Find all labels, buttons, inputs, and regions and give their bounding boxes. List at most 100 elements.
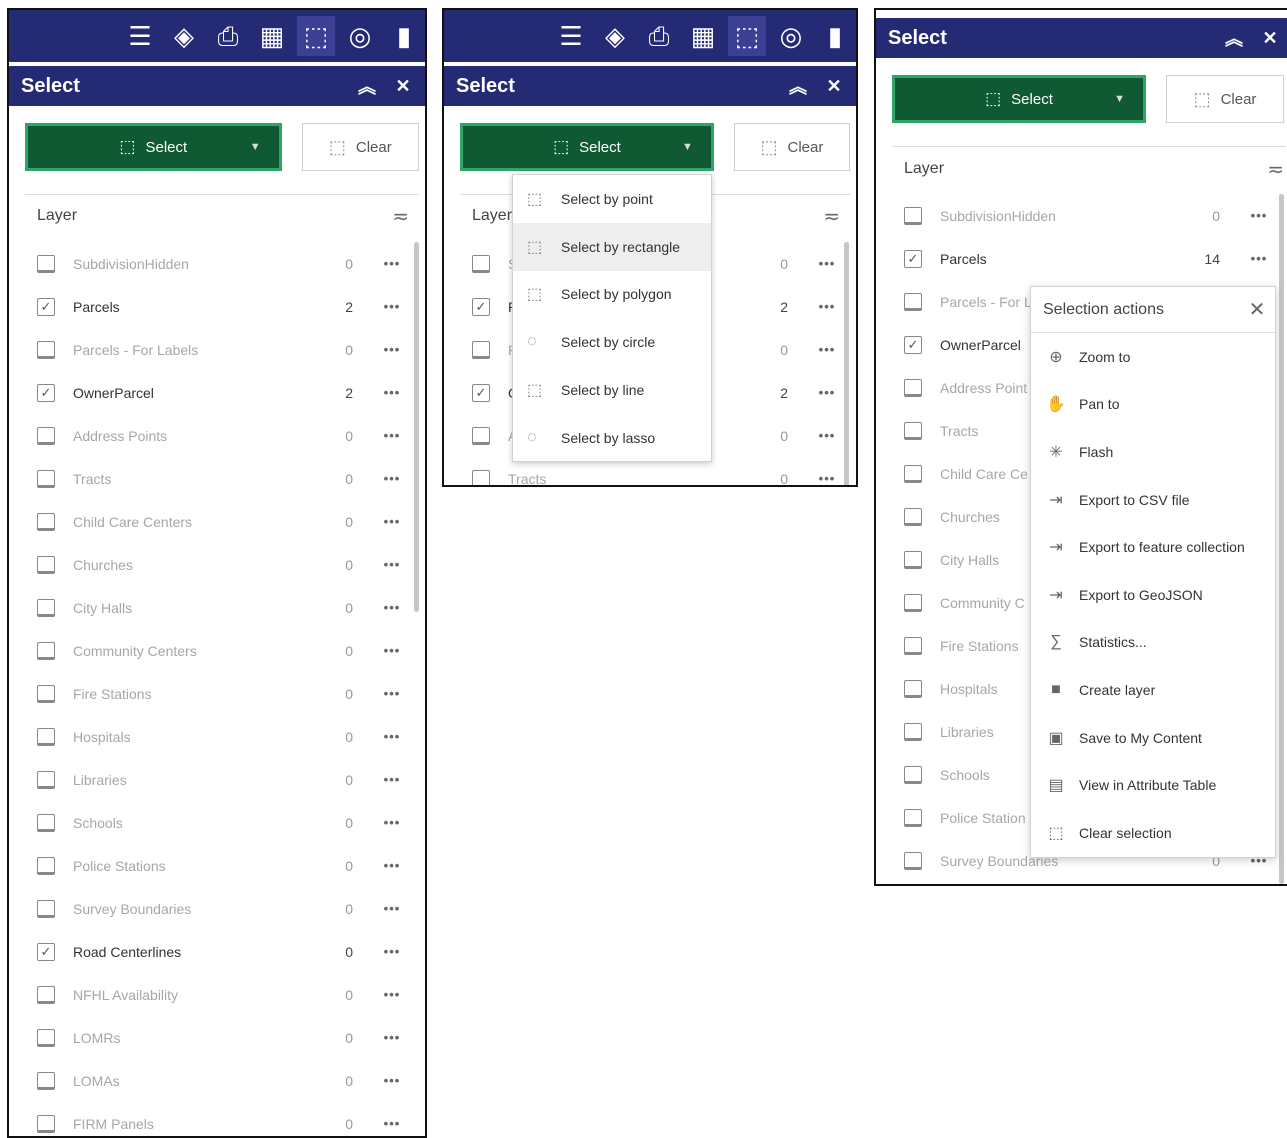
layer-checkbox[interactable] <box>37 856 55 875</box>
more-options-icon[interactable]: ••• <box>379 342 405 357</box>
layer-row[interactable]: Hospitals 0 ••• <box>37 715 405 758</box>
close-icon[interactable]: ✕ <box>1239 297 1275 322</box>
more-options-icon[interactable]: ••• <box>379 557 405 572</box>
layer-checkbox[interactable]: ✓ <box>37 383 55 402</box>
close-icon[interactable]: ✕ <box>1256 28 1284 49</box>
layer-row[interactable]: LOMAs 0 ••• <box>37 1059 405 1102</box>
grid-icon[interactable]: ▦ <box>253 16 291 56</box>
layer-checkbox[interactable] <box>904 593 922 612</box>
layer-checkbox[interactable] <box>904 808 922 827</box>
action-item[interactable]: ✳ Flash <box>1031 428 1275 476</box>
more-options-icon[interactable]: ••• <box>814 299 840 314</box>
layer-checkbox[interactable] <box>37 555 55 574</box>
dropdown-item[interactable]: ⬚ Select by line <box>513 366 711 414</box>
select-tool-icon[interactable]: ⬚ <box>297 16 335 56</box>
list-icon[interactable]: ☰ <box>121 16 159 56</box>
action-item[interactable]: ⇥ Export to feature collection <box>1031 523 1275 571</box>
layer-checkbox[interactable] <box>904 765 922 784</box>
layer-row[interactable]: Address Points 0 ••• <box>37 414 405 457</box>
action-item[interactable]: ▣ Save to My Content <box>1031 714 1275 762</box>
add-data-icon[interactable]: ▮ <box>385 16 423 56</box>
layer-checkbox[interactable]: ✓ <box>37 297 55 316</box>
scrollbar[interactable] <box>844 242 849 485</box>
collapse-icon[interactable]: ︽ <box>784 73 812 99</box>
action-item[interactable]: ⇥ Export to GeoJSON <box>1031 571 1275 619</box>
layer-checkbox[interactable] <box>904 507 922 526</box>
more-options-icon[interactable]: ••• <box>379 385 405 400</box>
layer-checkbox[interactable] <box>904 464 922 483</box>
layer-checkbox[interactable] <box>37 340 55 359</box>
layer-row[interactable]: ✓ Parcels 14 ••• <box>904 237 1272 280</box>
layer-row[interactable]: SubdivisionHidden 0 ••• <box>904 194 1272 237</box>
layer-checkbox[interactable] <box>37 899 55 918</box>
layers-icon[interactable]: ◈ <box>596 16 634 56</box>
more-options-icon[interactable]: ••• <box>379 643 405 658</box>
layer-row[interactable]: Community Centers 0 ••• <box>37 629 405 672</box>
layer-checkbox[interactable] <box>37 684 55 703</box>
layer-row[interactable]: Libraries 0 ••• <box>37 758 405 801</box>
more-options-icon[interactable]: ••• <box>379 858 405 873</box>
collapse-icon[interactable]: ︽ <box>1220 25 1248 51</box>
more-options-icon[interactable]: ••• <box>814 471 840 485</box>
print-icon[interactable]: ⎙ <box>640 16 678 56</box>
layer-checkbox[interactable] <box>904 206 922 225</box>
add-data-icon[interactable]: ▮ <box>816 16 854 56</box>
chevron-down-icon[interactable]: ▼ <box>1114 93 1125 105</box>
more-options-icon[interactable]: ••• <box>379 428 405 443</box>
layer-checkbox[interactable] <box>904 636 922 655</box>
layer-checkbox[interactable] <box>37 1028 55 1047</box>
layer-checkbox[interactable] <box>37 1114 55 1133</box>
scrollbar[interactable] <box>1279 194 1284 884</box>
layer-checkbox[interactable] <box>904 421 922 440</box>
action-item[interactable]: ∑ Statistics... <box>1031 619 1275 667</box>
compass-icon[interactable]: ◎ <box>341 16 379 56</box>
layer-checkbox[interactable] <box>904 851 922 870</box>
layer-checkbox[interactable] <box>37 770 55 789</box>
layer-row[interactable]: Schools 0 ••• <box>37 801 405 844</box>
filter-icon[interactable]: ≂ <box>823 204 840 229</box>
more-options-icon[interactable]: ••• <box>379 815 405 830</box>
layers-icon[interactable]: ◈ <box>165 16 203 56</box>
clear-button[interactable]: ⬚ Clear <box>1166 75 1284 123</box>
filter-icon[interactable]: ≂ <box>392 204 409 229</box>
layer-row[interactable]: NFHL Availability 0 ••• <box>37 973 405 1016</box>
select-button[interactable]: ⬚ Select ▼ <box>25 123 282 171</box>
more-options-icon[interactable]: ••• <box>814 342 840 357</box>
more-options-icon[interactable]: ••• <box>379 471 405 486</box>
more-options-icon[interactable]: ••• <box>1246 208 1272 223</box>
layer-row[interactable]: Police Stations 0 ••• <box>37 844 405 887</box>
layer-row[interactable]: Parcels - For Labels 0 ••• <box>37 328 405 371</box>
clear-button[interactable]: ⬚ Clear <box>301 123 419 171</box>
more-options-icon[interactable]: ••• <box>379 1073 405 1088</box>
clear-button[interactable]: ⬚ Clear <box>733 123 850 171</box>
layer-checkbox[interactable]: ✓ <box>472 297 490 316</box>
layer-row[interactable]: SubdivisionHidden 0 ••• <box>37 242 405 285</box>
collapse-icon[interactable]: ︽ <box>353 73 381 99</box>
chevron-down-icon[interactable]: ▼ <box>682 141 693 153</box>
more-options-icon[interactable]: ••• <box>379 600 405 615</box>
more-options-icon[interactable]: ••• <box>379 987 405 1002</box>
more-options-icon[interactable]: ••• <box>379 299 405 314</box>
action-item[interactable]: ■ Create layer <box>1031 666 1275 714</box>
layer-checkbox[interactable] <box>904 378 922 397</box>
dropdown-item[interactable]: ◌ Select by circle <box>513 318 711 366</box>
more-options-icon[interactable]: ••• <box>379 1030 405 1045</box>
layer-checkbox[interactable]: ✓ <box>904 335 922 354</box>
more-options-icon[interactable]: ••• <box>814 428 840 443</box>
more-options-icon[interactable]: ••• <box>1246 251 1272 266</box>
layer-checkbox[interactable] <box>37 254 55 273</box>
more-options-icon[interactable]: ••• <box>379 686 405 701</box>
more-options-icon[interactable]: ••• <box>379 1116 405 1131</box>
layer-checkbox[interactable]: ✓ <box>904 249 922 268</box>
dropdown-item[interactable]: ⬚ Select by point <box>513 175 711 223</box>
layer-checkbox[interactable] <box>472 426 490 445</box>
dropdown-item[interactable]: ⬚ Select by polygon <box>513 271 711 319</box>
more-options-icon[interactable]: ••• <box>379 772 405 787</box>
dropdown-item[interactable]: ◌ Select by lasso <box>513 414 711 462</box>
chevron-down-icon[interactable]: ▼ <box>250 141 261 153</box>
more-options-icon[interactable]: ••• <box>379 729 405 744</box>
layer-checkbox[interactable] <box>37 727 55 746</box>
layer-checkbox[interactable] <box>904 292 922 311</box>
scrollbar[interactable] <box>414 242 419 612</box>
layer-row[interactable]: Churches 0 ••• <box>37 543 405 586</box>
